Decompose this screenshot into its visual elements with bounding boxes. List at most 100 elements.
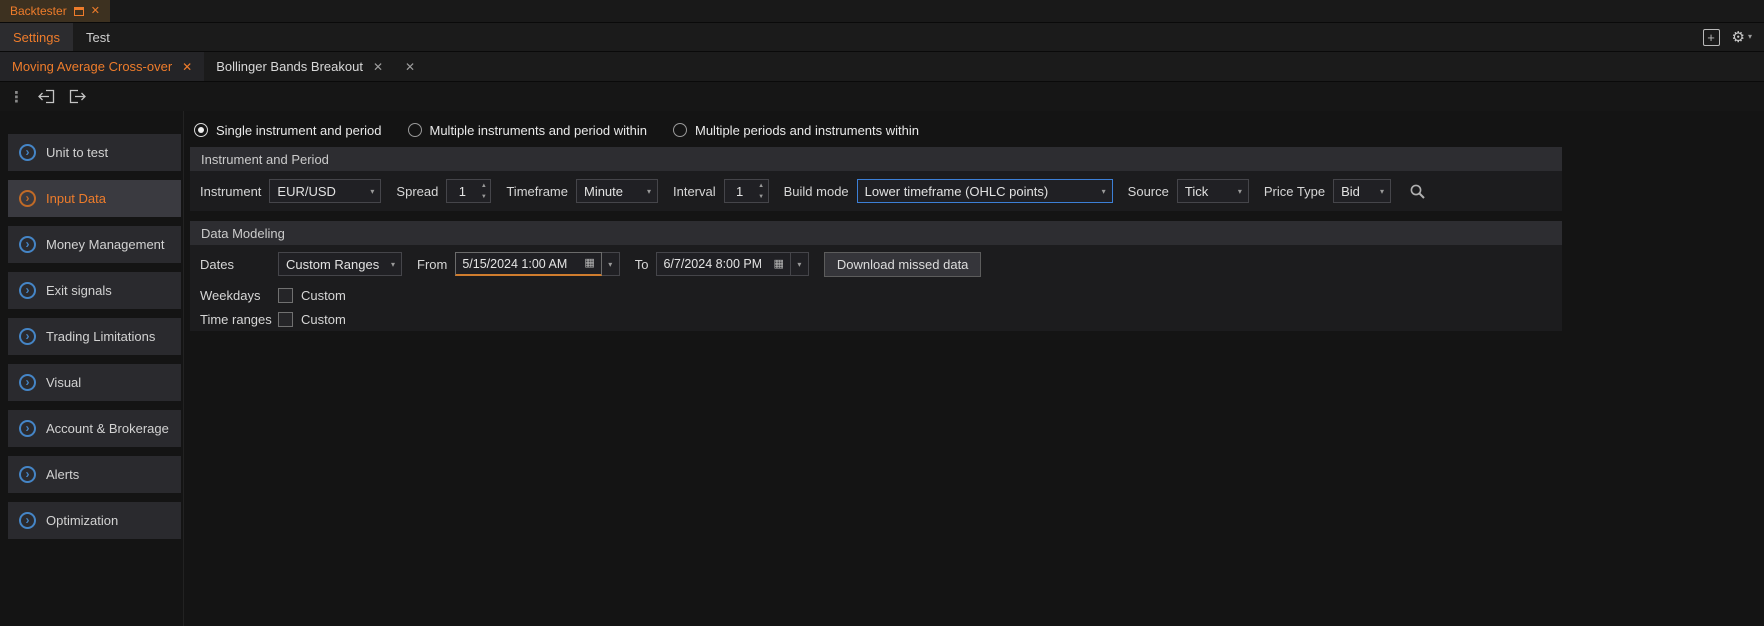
gear-icon: ⚙ [1732, 30, 1745, 45]
price-type-dropdown[interactable]: Bid ▾ [1333, 179, 1391, 203]
to-date-group: ▦ ▾ [656, 252, 808, 276]
sidebar-item-visual[interactable]: › Visual [8, 364, 181, 401]
chevron-down-icon: ▾ [1374, 187, 1390, 196]
sidebar-item-label: Exit signals [46, 283, 112, 298]
download-missed-data-button[interactable]: Download missed data [824, 252, 982, 277]
chevron-down-icon: ▾ [364, 187, 380, 196]
radio-label: Single instrument and period [216, 123, 382, 138]
arrow-circle-icon: › [19, 236, 36, 253]
radio-multiple-instruments[interactable]: Multiple instruments and period within [408, 123, 648, 138]
sidebar-item-label: Input Data [46, 191, 106, 206]
chevron-down-icon: ▾ [641, 187, 657, 196]
from-date-dropdown-button[interactable]: ▾ [602, 252, 620, 276]
sidebar-item-optimization[interactable]: › Optimization [8, 502, 181, 539]
radio-icon [408, 123, 422, 137]
to-date-input[interactable] [657, 257, 767, 271]
interval-spinner: ▲ ▼ [755, 180, 768, 202]
content-area: Single instrument and period Multiple in… [184, 111, 1764, 626]
window-tab-backtester[interactable]: Backtester ✕ [0, 0, 110, 22]
build-mode-dropdown[interactable]: Lower timeframe (OHLC points) ▾ [857, 179, 1113, 203]
interval-stepper[interactable]: ▲ ▼ [724, 179, 769, 203]
from-date-group: ▦ ▾ [455, 252, 619, 276]
from-date-input[interactable] [456, 257, 578, 271]
radio-multiple-periods[interactable]: Multiple periods and instruments within [673, 123, 919, 138]
mode-radio-group: Single instrument and period Multiple in… [190, 115, 1562, 145]
main-area: › Unit to test › Input Data › Money Mana… [0, 111, 1764, 626]
window-restore-icon[interactable] [74, 7, 84, 16]
interval-input[interactable] [725, 180, 755, 202]
instrument-dropdown[interactable]: EUR/USD ▾ [269, 179, 381, 203]
close-tab-icon[interactable]: ✕ [182, 61, 192, 73]
strategy-tab-label: Bollinger Bands Breakout [216, 59, 363, 74]
calendar-icon[interactable]: ▦ [578, 258, 600, 269]
add-panel-button[interactable]: + [1703, 29, 1720, 46]
sidebar-item-alerts[interactable]: › Alerts [8, 456, 181, 493]
arrow-circle-icon: › [19, 190, 36, 207]
radio-label: Multiple instruments and period within [430, 123, 648, 138]
to-date-dropdown-button[interactable]: ▾ [791, 252, 809, 276]
sidebar-item-exit-signals[interactable]: › Exit signals [8, 272, 181, 309]
close-tab-icon-extra[interactable]: ✕ [395, 52, 425, 81]
timeframe-dropdown[interactable]: Minute ▾ [576, 179, 658, 203]
export-settings-icon[interactable] [69, 89, 86, 104]
strategy-tab-moving-average[interactable]: Moving Average Cross-over ✕ [0, 52, 204, 81]
sidebar-item-input-data[interactable]: › Input Data [8, 180, 181, 217]
instrument-form-row: Instrument EUR/USD ▾ Spread ▲ ▼ Timefram… [190, 171, 1562, 211]
radio-label: Multiple periods and instruments within [695, 123, 919, 138]
sidebar-item-trading-limitations[interactable]: › Trading Limitations [8, 318, 181, 355]
sidebar-item-label: Trading Limitations [46, 329, 155, 344]
sidebar-item-label: Money Management [46, 237, 165, 252]
section-title: Instrument and Period [201, 152, 329, 167]
spin-down-icon[interactable]: ▼ [477, 191, 490, 202]
instrument-value: EUR/USD [270, 184, 343, 199]
from-date-field[interactable]: ▦ [455, 252, 601, 276]
price-type-value: Bid [1334, 184, 1367, 199]
radio-single-instrument[interactable]: Single instrument and period [194, 123, 382, 138]
to-date-field[interactable]: ▦ [656, 252, 790, 276]
close-tab-icon[interactable]: ✕ [373, 61, 383, 73]
dates-form-row: Dates Custom Ranges ▾ From ▦ ▾ To [190, 245, 1562, 283]
calendar-icon[interactable]: ▦ [767, 259, 789, 270]
window-tab-label: Backtester [10, 4, 67, 18]
from-label: From [417, 257, 447, 272]
arrow-circle-icon: › [19, 144, 36, 161]
interval-label: Interval [673, 184, 716, 199]
window-close-icon[interactable]: ✕ [91, 6, 100, 17]
weekdays-custom-checkbox[interactable] [278, 288, 293, 303]
tab-test[interactable]: Test [73, 23, 123, 51]
sidebar-item-money-management[interactable]: › Money Management [8, 226, 181, 263]
spread-spinner: ▲ ▼ [477, 180, 490, 202]
section-header-data-modeling: Data Modeling [190, 221, 1562, 245]
spread-label: Spread [396, 184, 438, 199]
strategy-tab-bollinger[interactable]: Bollinger Bands Breakout ✕ [204, 52, 395, 81]
time-ranges-label: Time ranges [200, 312, 270, 327]
price-type-label: Price Type [1264, 184, 1325, 199]
drag-handle-icon[interactable]: ⋮ [9, 88, 24, 106]
spin-down-icon[interactable]: ▼ [755, 191, 768, 202]
arrow-circle-icon: › [19, 328, 36, 345]
plus-icon: + [1707, 31, 1715, 44]
dates-dropdown[interactable]: Custom Ranges ▾ [278, 252, 402, 276]
tab-settings[interactable]: Settings [0, 23, 73, 51]
dates-value: Custom Ranges [279, 257, 385, 272]
arrow-circle-icon: › [19, 374, 36, 391]
magnifier-icon[interactable] [1409, 183, 1426, 200]
main-tab-bar: Settings Test + ⚙ ▾ [0, 23, 1764, 52]
spread-input[interactable] [447, 180, 477, 202]
import-settings-icon[interactable] [38, 89, 55, 104]
settings-gear-button[interactable]: ⚙ ▾ [1732, 30, 1752, 45]
source-dropdown[interactable]: Tick ▾ [1177, 179, 1249, 203]
spin-up-icon[interactable]: ▲ [477, 180, 490, 191]
sidebar-item-account-brokerage[interactable]: › Account & Brokerage [8, 410, 181, 447]
time-ranges-custom-checkbox[interactable] [278, 312, 293, 327]
spin-up-icon[interactable]: ▲ [755, 180, 768, 191]
weekdays-row: Weekdays Custom [190, 283, 1562, 307]
build-mode-label: Build mode [784, 184, 849, 199]
sidebar-item-unit-to-test[interactable]: › Unit to test [8, 134, 181, 171]
arrow-circle-icon: › [19, 420, 36, 437]
tab-settings-label: Settings [13, 30, 60, 45]
tab-test-label: Test [86, 30, 110, 45]
spread-stepper[interactable]: ▲ ▼ [446, 179, 491, 203]
chevron-down-icon: ▾ [1232, 187, 1248, 196]
weekdays-label: Weekdays [200, 288, 270, 303]
